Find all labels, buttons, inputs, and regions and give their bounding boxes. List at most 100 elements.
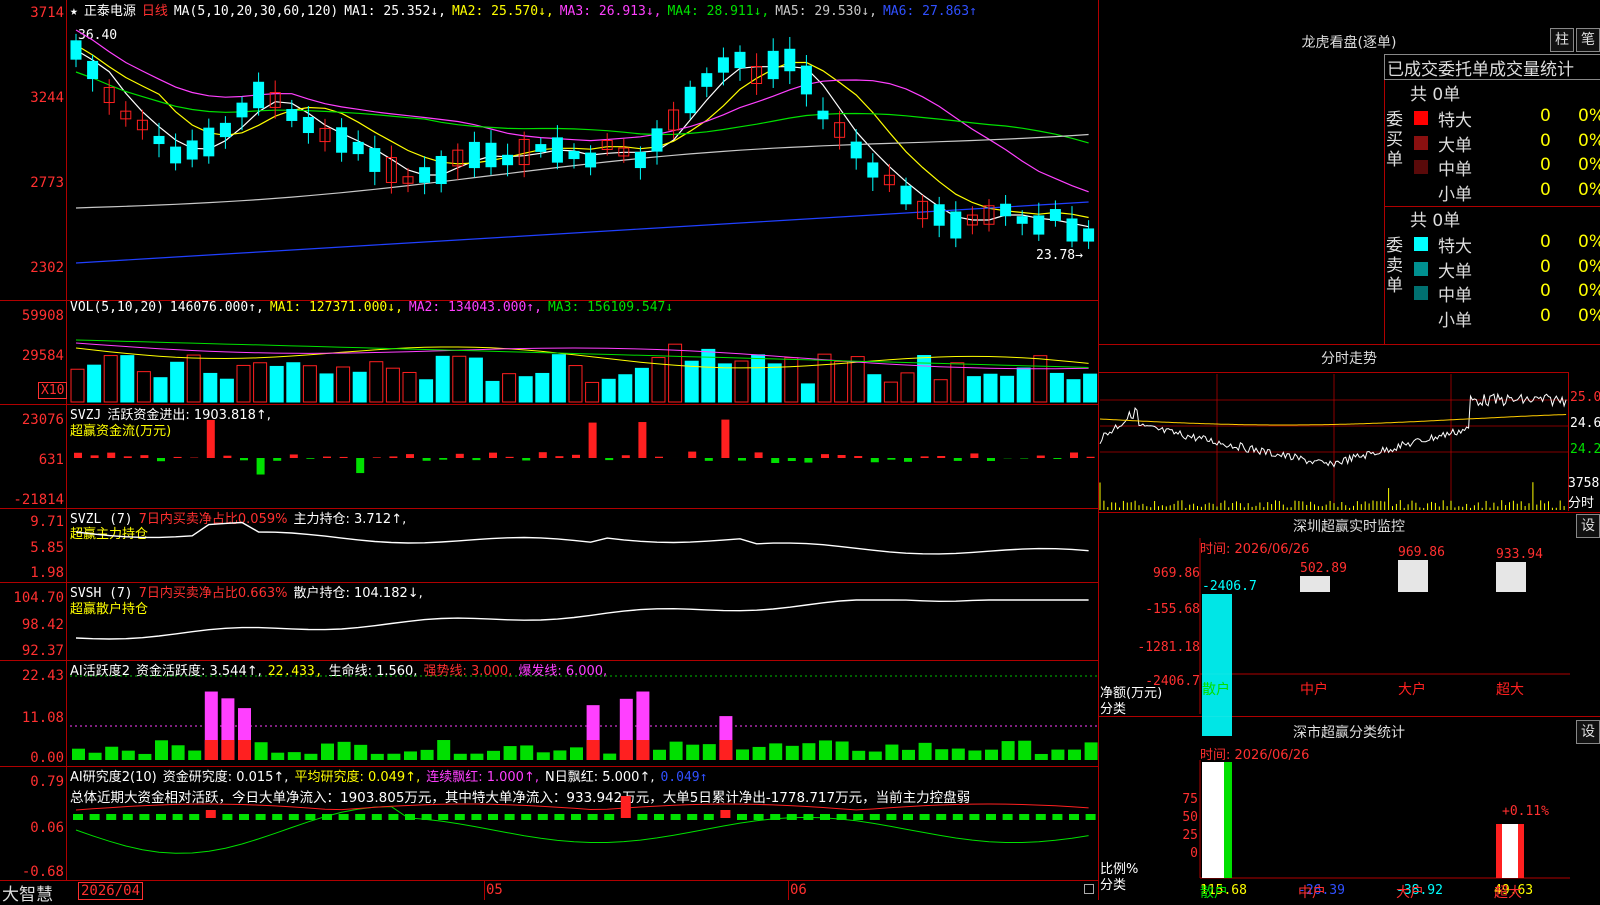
svzl-chart[interactable] bbox=[70, 520, 1100, 580]
ai1-bar bbox=[753, 747, 766, 760]
sz-monitor-settings-button[interactable]: 设 bbox=[1576, 514, 1600, 538]
svzj-bar bbox=[738, 458, 746, 461]
favorite-star-icon[interactable]: ★ bbox=[70, 4, 78, 19]
svzj-bar bbox=[323, 457, 331, 458]
svzj-bar bbox=[140, 455, 148, 458]
app-logo[interactable]: 大智慧 bbox=[2, 880, 53, 905]
sz-monitor-bar bbox=[1300, 576, 1330, 592]
sz-monitor-cat: 超大 bbox=[1496, 682, 1524, 698]
ai2-bar bbox=[505, 814, 515, 820]
ai2-axis-3: -0.68 bbox=[0, 864, 64, 880]
svzj-bar bbox=[854, 456, 862, 458]
sell-pct: 0% bbox=[1578, 257, 1600, 277]
ai1-bar bbox=[89, 753, 102, 760]
svzj-bar bbox=[107, 453, 115, 458]
svzj-axis-3: -21814 bbox=[0, 492, 64, 508]
stock-name[interactable]: 正泰电源 bbox=[84, 4, 136, 19]
ma6-value: MA6: 27.863↑ bbox=[883, 4, 977, 19]
sz-class-settings-button[interactable]: 设 bbox=[1576, 720, 1600, 744]
ai1-bar bbox=[504, 746, 517, 760]
intraday-axis-3: 24.21 bbox=[1570, 442, 1600, 457]
svzj-bar bbox=[273, 458, 281, 461]
sep-right-1 bbox=[1098, 344, 1600, 345]
bar-mode-button[interactable]: 柱 bbox=[1550, 28, 1574, 52]
ai2-summary: 总体近期大资金相对活跃，今日大单净流入：1903.805万元，其中特大单净流入：… bbox=[70, 786, 970, 806]
ai1-bar bbox=[537, 752, 550, 760]
ai1-bar bbox=[371, 754, 384, 760]
candle-body bbox=[934, 205, 944, 225]
ma5-value: MA5: 29.530↓, bbox=[775, 4, 877, 19]
ai1-bar bbox=[686, 745, 699, 760]
ai1-bar bbox=[271, 753, 284, 760]
ai1-bar-base bbox=[636, 740, 649, 760]
ai2-bar bbox=[222, 814, 232, 820]
sell-pct: 0% bbox=[1578, 306, 1600, 326]
volume-bar bbox=[768, 364, 781, 402]
period-label[interactable]: 日线 bbox=[142, 4, 168, 19]
volume-bar bbox=[984, 374, 997, 402]
ai1-bar bbox=[122, 751, 135, 760]
price-axis-4: 2302 bbox=[0, 260, 64, 276]
tick-mode-button[interactable]: 笔 bbox=[1576, 28, 1600, 52]
svzl-axis-3: 1.98 bbox=[0, 565, 64, 581]
svzj-bar bbox=[456, 454, 464, 458]
svzj-bar bbox=[157, 458, 165, 461]
candle-body bbox=[768, 51, 778, 78]
sz-monitor-bar bbox=[1202, 594, 1232, 736]
svzj-bar bbox=[223, 456, 231, 458]
ai2-axis-1: 0.79 bbox=[0, 774, 64, 790]
volume-bar bbox=[436, 356, 449, 402]
sz-class-cat-mid: 中户 bbox=[1298, 882, 1326, 902]
buy-swatch bbox=[1414, 111, 1428, 125]
sell-swatch bbox=[1414, 286, 1428, 300]
sz-monitor-value: -2406.7 bbox=[1202, 579, 1257, 594]
intraday-avg-line bbox=[1100, 415, 1566, 426]
order-stat-tabs[interactable]: 已成交委托单成交量统计 bbox=[1384, 54, 1600, 80]
svsh-chart[interactable] bbox=[70, 594, 1100, 658]
ai2-bar bbox=[671, 814, 681, 820]
volume-bar bbox=[619, 375, 632, 402]
candle-body bbox=[503, 155, 513, 164]
volume-bar bbox=[303, 366, 316, 402]
svzj-chart[interactable] bbox=[70, 414, 1100, 504]
ai2-bar bbox=[239, 814, 249, 820]
volume-chart[interactable] bbox=[70, 318, 1100, 402]
ai2-bar bbox=[521, 814, 531, 820]
sz-monitor-value: 502.89 bbox=[1300, 561, 1347, 576]
svzj-bar bbox=[555, 456, 563, 458]
sz-class-axis-3: 25 bbox=[1150, 828, 1198, 843]
longhu-title: 龙虎看盘(逐单) bbox=[1098, 32, 1600, 52]
volume-bar bbox=[137, 372, 150, 402]
ai1-bar bbox=[802, 743, 815, 760]
volume-bar bbox=[121, 356, 134, 402]
ai1-bar bbox=[1002, 741, 1015, 760]
ai1-bar-base bbox=[238, 740, 251, 760]
sz-monitor-chart[interactable]: -2406.7散户502.89中户969.86大户933.94超大 bbox=[1200, 538, 1570, 714]
volume-bar bbox=[1034, 356, 1047, 402]
lock-icon[interactable] bbox=[1084, 884, 1094, 894]
sz-monitor-title: 深圳超赢实时监控 bbox=[1098, 516, 1600, 536]
ai2-chart[interactable] bbox=[70, 806, 1100, 876]
intraday-chart[interactable] bbox=[1100, 374, 1568, 510]
ai2-bar bbox=[206, 810, 216, 818]
sell-count: 0 bbox=[1540, 281, 1551, 301]
sz-class-chart[interactable]: 115.68-26.39-38.9249.63 bbox=[1200, 760, 1570, 900]
candle-body bbox=[735, 52, 745, 67]
ai1-bar bbox=[1035, 754, 1048, 760]
buy-pct: 0% bbox=[1578, 155, 1600, 175]
volume-bar bbox=[71, 369, 84, 402]
volume-bar bbox=[735, 361, 748, 402]
sz-class-axis-1: 75 bbox=[1150, 792, 1198, 807]
ai2-bar bbox=[189, 814, 199, 820]
svzj-bar bbox=[871, 458, 879, 462]
ai1-bar bbox=[1085, 742, 1098, 760]
svzl-line bbox=[76, 523, 1089, 554]
svzj-bar bbox=[954, 458, 962, 461]
candle-body bbox=[901, 186, 911, 204]
kline-chart[interactable] bbox=[70, 20, 1100, 300]
ai1-bar bbox=[769, 743, 782, 760]
ai2-t2: 平均研究度: 0.049↑, bbox=[294, 770, 420, 785]
date-axis-2: 05 bbox=[486, 882, 503, 898]
vol-header: VOL(5,10,20)146076.000↑,MA1: 127371.000↓… bbox=[70, 300, 679, 315]
ai1-chart[interactable] bbox=[70, 674, 1100, 764]
